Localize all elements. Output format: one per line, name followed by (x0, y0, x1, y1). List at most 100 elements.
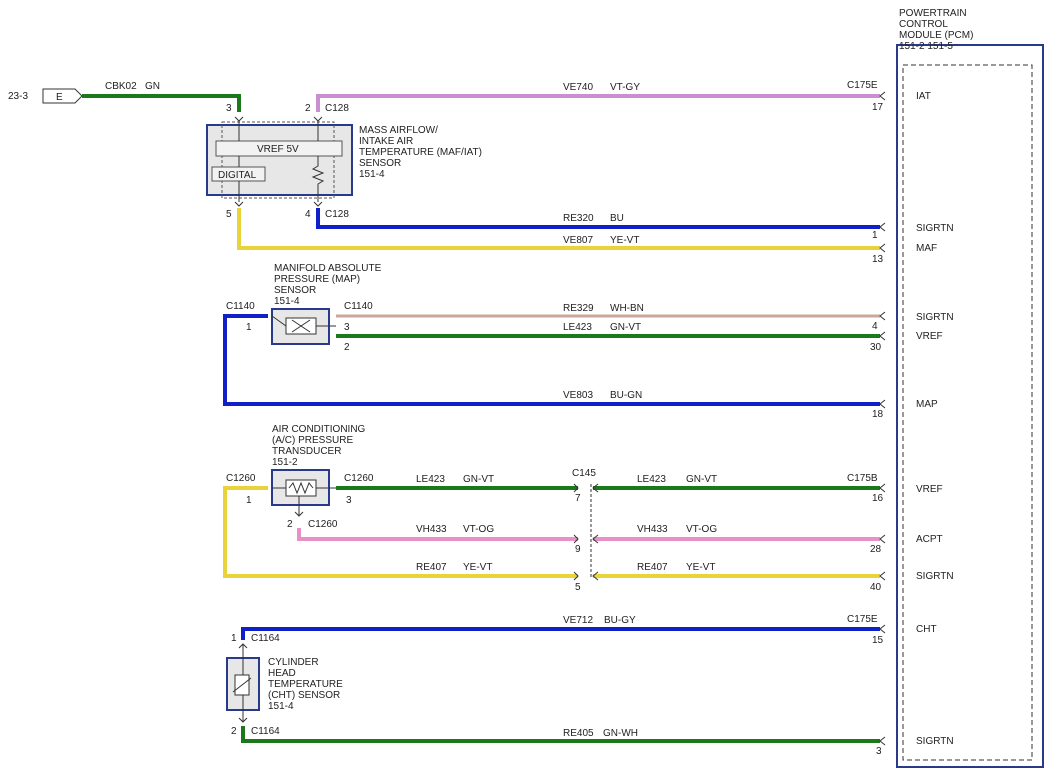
maf-digital: DIGITAL (218, 170, 257, 181)
map-pin-3: 3 (344, 322, 350, 333)
map-sensor: MANIFOLD ABSOLUTE PRESSURE (MAP) SENSOR … (226, 263, 382, 353)
wiring-diagram: POWERTRAIN CONTROL MODULE (PCM) 151-2 15… (8, 8, 1044, 768)
re320-color: BU (610, 213, 624, 224)
pcm-pin-1: 1 (872, 230, 878, 241)
vh433b-code: VH433 (637, 524, 668, 535)
le423b-code: LE423 (416, 474, 445, 485)
acp-pin-1: 1 (246, 495, 252, 506)
pcm-pin-17: 17 (872, 102, 884, 113)
maf-pin-2: 2 (305, 103, 311, 114)
map-wiring: RE329 WH-BN 4 SIGRTN LE423 GN-VT 30 VREF… (223, 303, 954, 420)
c175e-cht: C175E (847, 614, 878, 625)
maf-pin-3: 3 (226, 103, 232, 114)
re329-color: WH-BN (610, 303, 644, 314)
ve740-code: VE740 (563, 82, 593, 93)
maf-pin-4: 4 (305, 209, 311, 220)
cht-title-2: HEAD (268, 668, 296, 679)
vh433b-color: VT-OG (686, 524, 717, 535)
acp-wiring: LE423 GN-VT LE423 GN-VT C145 7 C175B 16 … (223, 468, 954, 593)
pcm-title-3: MODULE (PCM) (899, 30, 973, 41)
pcm-title-1: POWERTRAIN (899, 8, 967, 19)
cht-title-4: (CHT) SENSOR (268, 690, 340, 701)
map-pin-2: 2 (344, 342, 350, 353)
pcm-pin-40: 40 (870, 582, 882, 593)
pcm-module: POWERTRAIN CONTROL MODULE (PCM) 151-2 15… (896, 8, 1044, 768)
acp-title-4: 151-2 (272, 457, 298, 468)
pcm-pin-16: 16 (872, 493, 884, 504)
re405-code: RE405 (563, 728, 594, 739)
ref-page: 23-3 (8, 91, 28, 102)
acp-sensor: AIR CONDITIONING (A/C) PRESSURE TRANSDUC… (226, 424, 374, 530)
ve803-color: BU-GN (610, 390, 642, 401)
c175b: C175B (847, 473, 878, 484)
pcm-pin-15: 15 (872, 635, 884, 646)
ve712-color: BU-GY (604, 615, 636, 626)
cht-sensor: 1 C1164 2 C1164 CYLINDER HEAD TEMPERATUR… (226, 633, 343, 737)
acp-title-2: (A/C) PRESSURE (272, 435, 353, 446)
cht-title-1: CYLINDER (268, 657, 319, 668)
maf-title-3: TEMPERATURE (MAF/IAT) (359, 147, 482, 158)
pcm-pin-30: 30 (870, 342, 882, 353)
map-connector-right: C1140 (344, 301, 373, 312)
pcm-label-sigrtn-4: SIGRTN (916, 736, 954, 747)
maf-title-5: 151-4 (359, 169, 385, 180)
le423c-code: LE423 (637, 474, 666, 485)
le423b-color: GN-VT (463, 474, 494, 485)
ve807-color: YE-VT (610, 235, 639, 246)
cht-pin-2: 2 (231, 726, 237, 737)
cht-pin-1: 1 (231, 633, 237, 644)
map-pin-1: 1 (246, 322, 252, 333)
acp-connector-bottom: C1260 (308, 519, 338, 530)
splice-pin-5: 5 (575, 582, 581, 593)
re320-code: RE320 (563, 213, 594, 224)
pcm-label-maf: MAF (916, 243, 937, 254)
re405-color: GN-WH (603, 728, 638, 739)
splice-c145: C145 (572, 468, 596, 479)
maf-connector-bottom: C128 (325, 209, 349, 220)
maf-vref: VREF 5V (257, 144, 299, 155)
maf-connector-top: C128 (325, 103, 349, 114)
le423a-code: LE423 (563, 322, 592, 333)
splice-pin-7: 7 (575, 493, 581, 504)
le423a-color: GN-VT (610, 322, 641, 333)
re407b-color: YE-VT (686, 562, 715, 573)
maf-sensor: VREF 5V DIGITAL MASS AIRFLOW/ INTAKE AIR… (206, 121, 482, 220)
map-title-3: SENSOR (274, 285, 316, 296)
pcm-label-cht: CHT (916, 624, 937, 635)
maf-title-4: SENSOR (359, 158, 401, 169)
vh433a-code: VH433 (416, 524, 447, 535)
cbk02-code: CBK02 (105, 81, 137, 92)
acp-connector-right: C1260 (344, 473, 374, 484)
c175e-top: C175E (847, 80, 878, 91)
acp-connector-left: C1260 (226, 473, 256, 484)
re407a-color: YE-VT (463, 562, 492, 573)
cbk02-color: GN (145, 81, 160, 92)
acp-pin-3: 3 (346, 495, 352, 506)
pcm-pin-28: 28 (870, 544, 882, 555)
re407b-code: RE407 (637, 562, 668, 573)
pcm-label-acpt: ACPT (916, 534, 943, 545)
cht-title-5: 151-4 (268, 701, 294, 712)
maf-pin-5: 5 (226, 209, 232, 220)
pcm-title-2: CONTROL (899, 19, 948, 30)
pcm-pin-3: 3 (876, 746, 882, 757)
map-title-2: PRESSURE (MAP) (274, 274, 360, 285)
map-title-4: 151-4 (274, 296, 300, 307)
maf-title-1: MASS AIRFLOW/ (359, 125, 438, 136)
acp-pin-2: 2 (287, 519, 293, 530)
ve803-code: VE803 (563, 390, 593, 401)
re329-code: RE329 (563, 303, 594, 314)
cht-wiring: VE712 BU-GY C175E 15 CHT RE405 GN-WH 3 S… (241, 614, 954, 757)
cht-connector-bottom: C1164 (251, 726, 280, 737)
maf-title-2: INTAKE AIR (359, 136, 413, 147)
pcm-pin-13: 13 (872, 254, 884, 265)
pcm-pin-4: 4 (872, 321, 878, 332)
ve740-color: VT-GY (610, 82, 640, 93)
pcm-pin-18: 18 (872, 409, 884, 420)
pcm-title-4: 151-2 151-5 (899, 41, 953, 52)
re407a-code: RE407 (416, 562, 447, 573)
le423c-color: GN-VT (686, 474, 717, 485)
map-title-1: MANIFOLD ABSOLUTE (274, 263, 382, 274)
cht-title-3: TEMPERATURE (268, 679, 343, 690)
pcm-label-map: MAP (916, 399, 938, 410)
